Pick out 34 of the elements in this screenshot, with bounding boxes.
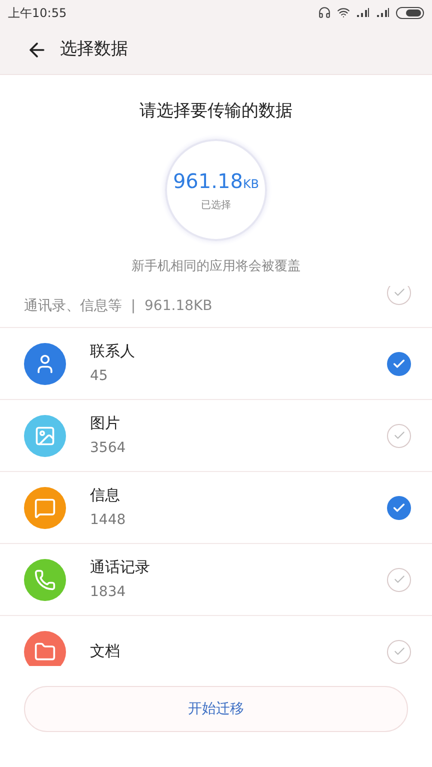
folder-icon <box>34 640 56 662</box>
category-name: 图片 <box>90 412 121 434</box>
category-count: 45 <box>90 367 109 386</box>
category-name: 通话记录 <box>90 556 151 578</box>
signal-icon <box>356 8 370 18</box>
headphones-icon <box>318 6 331 19</box>
battery-icon <box>396 6 424 18</box>
unchecked-checkbox[interactable] <box>387 286 411 304</box>
overwrite-notice: 新手机相同的应用将会被覆盖 <box>132 258 300 276</box>
size-unit: KB <box>242 176 260 193</box>
check-icon <box>392 356 406 370</box>
checked-checkbox[interactable] <box>387 352 411 376</box>
phone-icon <box>34 568 56 590</box>
status-time: 上午10:55 <box>8 4 67 22</box>
unchecked-checkbox[interactable] <box>387 568 411 592</box>
category-count: 1448 <box>90 511 127 530</box>
selected-caption: 已选择 <box>201 198 231 213</box>
unchecked-checkbox[interactable] <box>387 424 411 448</box>
signal-icon <box>376 8 390 18</box>
message-icon <box>34 496 56 518</box>
unchecked-checkbox[interactable] <box>387 640 411 664</box>
category-name: 联系人 <box>90 340 136 362</box>
checked-checkbox[interactable] <box>387 496 411 520</box>
category-name: 信息 <box>90 484 121 506</box>
image-icon <box>34 424 56 446</box>
start-migration-button[interactable]: 开始迁移 <box>24 686 408 732</box>
summary-text: 通讯录、信息等 | 961.18KB <box>24 297 212 316</box>
page-title: 选择数据 <box>60 38 128 61</box>
total-size: 961.18 <box>172 168 243 195</box>
category-count: 3564 <box>90 439 127 458</box>
category-count: 1834 <box>90 583 127 602</box>
section-heading: 请选择要传输的数据 <box>140 100 292 123</box>
check-icon <box>392 500 406 514</box>
category-name: 文档 <box>90 641 121 662</box>
